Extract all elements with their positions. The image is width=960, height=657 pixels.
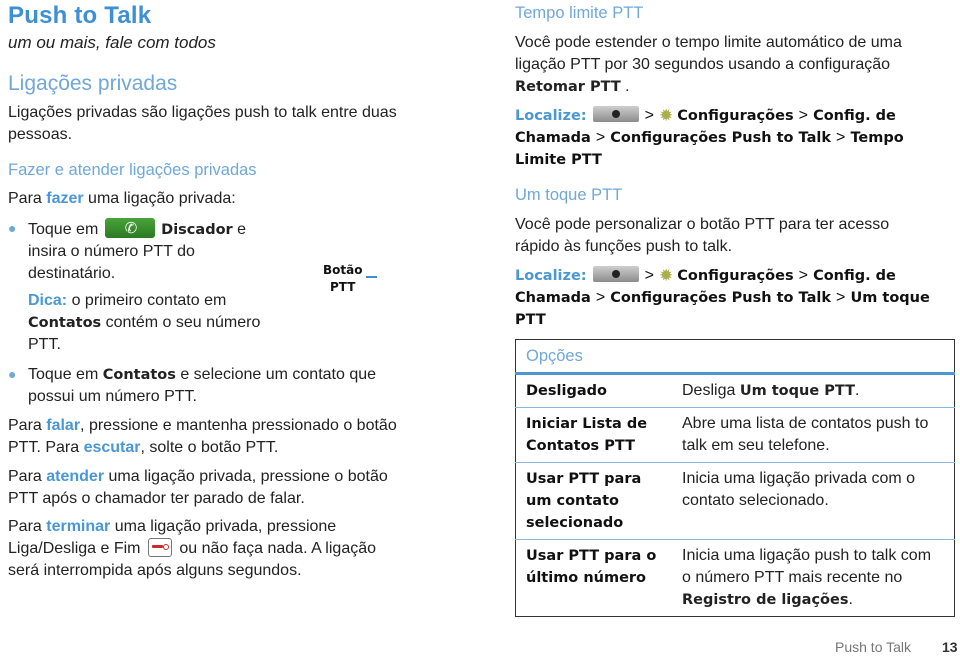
- one-touch-paragraph: Você pode personalizar o botão PTT para …: [515, 216, 890, 255]
- heading-one-touch: Um toque PTT: [515, 186, 623, 204]
- phone-dialer-icon: ✆: [104, 218, 155, 238]
- home-key-icon: [592, 106, 639, 122]
- bullet-contacts: Toque em Contatos e selecione um contato…: [28, 366, 377, 405]
- tip-label: Dica:: [28, 292, 68, 309]
- home-key-icon: [592, 266, 639, 282]
- tip: Dica: o primeiro contato em Contatos con…: [28, 292, 261, 353]
- end-call-icon: [147, 538, 172, 557]
- dialer-label: Discador: [161, 222, 233, 238]
- locate-path-timeout: Localize: > ✹ Configurações > Config. de C…: [515, 106, 904, 168]
- bullet-icon: ●: [8, 366, 17, 382]
- make-intro: Para fazer uma ligação privada:: [8, 190, 236, 207]
- options-table-header: Opções: [515, 339, 955, 375]
- page-title: Push to Talk: [8, 2, 152, 29]
- footer-section-name: Push to Talk: [835, 639, 912, 655]
- settings-gear-icon: ✹: [659, 266, 674, 286]
- intro-paragraph: Ligações privadas são ligações push to t…: [8, 104, 397, 143]
- table-row: Desligado Desliga Um toque PTT.: [515, 373, 955, 408]
- talk-paragraph: Para falar, pressione e mantenha pressio…: [8, 417, 397, 456]
- settings-gear-icon: ✹: [659, 106, 674, 126]
- ptt-button-label: Botão PTT: [323, 263, 363, 294]
- section-heading-private-calls: Ligações privadas: [8, 72, 178, 95]
- locate-path-one-touch: Localize: > ✹ Configurações > Config. de C…: [515, 266, 930, 328]
- table-row: Iniciar Lista de Contatos PTT Abre uma l…: [515, 407, 955, 463]
- page-number: 13: [942, 639, 958, 655]
- ptt-callout-line: [366, 276, 377, 278]
- end-paragraph: Para terminar uma ligação privada, press…: [8, 518, 377, 579]
- bullet-icon: ●: [8, 220, 17, 236]
- table-row: Usar PTT para um contato selecionado Ini…: [515, 462, 955, 540]
- heading-timeout: Tempo limite PTT: [515, 4, 644, 22]
- timeout-paragraph: Você pode estender o tempo limite automá…: [515, 34, 902, 95]
- keyword-fazer: fazer: [46, 190, 84, 207]
- answer-paragraph: Para atender uma ligação privada, pressi…: [8, 468, 388, 507]
- bullet-dialer: Toque em ✆ Discador e insira o número PT…: [28, 218, 247, 282]
- page-subtitle: um ou mais, fale com todos: [8, 33, 216, 52]
- subheading-make-answer: Fazer e atender ligações privadas: [8, 161, 257, 179]
- table-row: Usar PTT para o último número Inicia uma…: [515, 539, 955, 617]
- options-table: Opções Desligado Desliga Um toque PTT. I…: [515, 339, 955, 617]
